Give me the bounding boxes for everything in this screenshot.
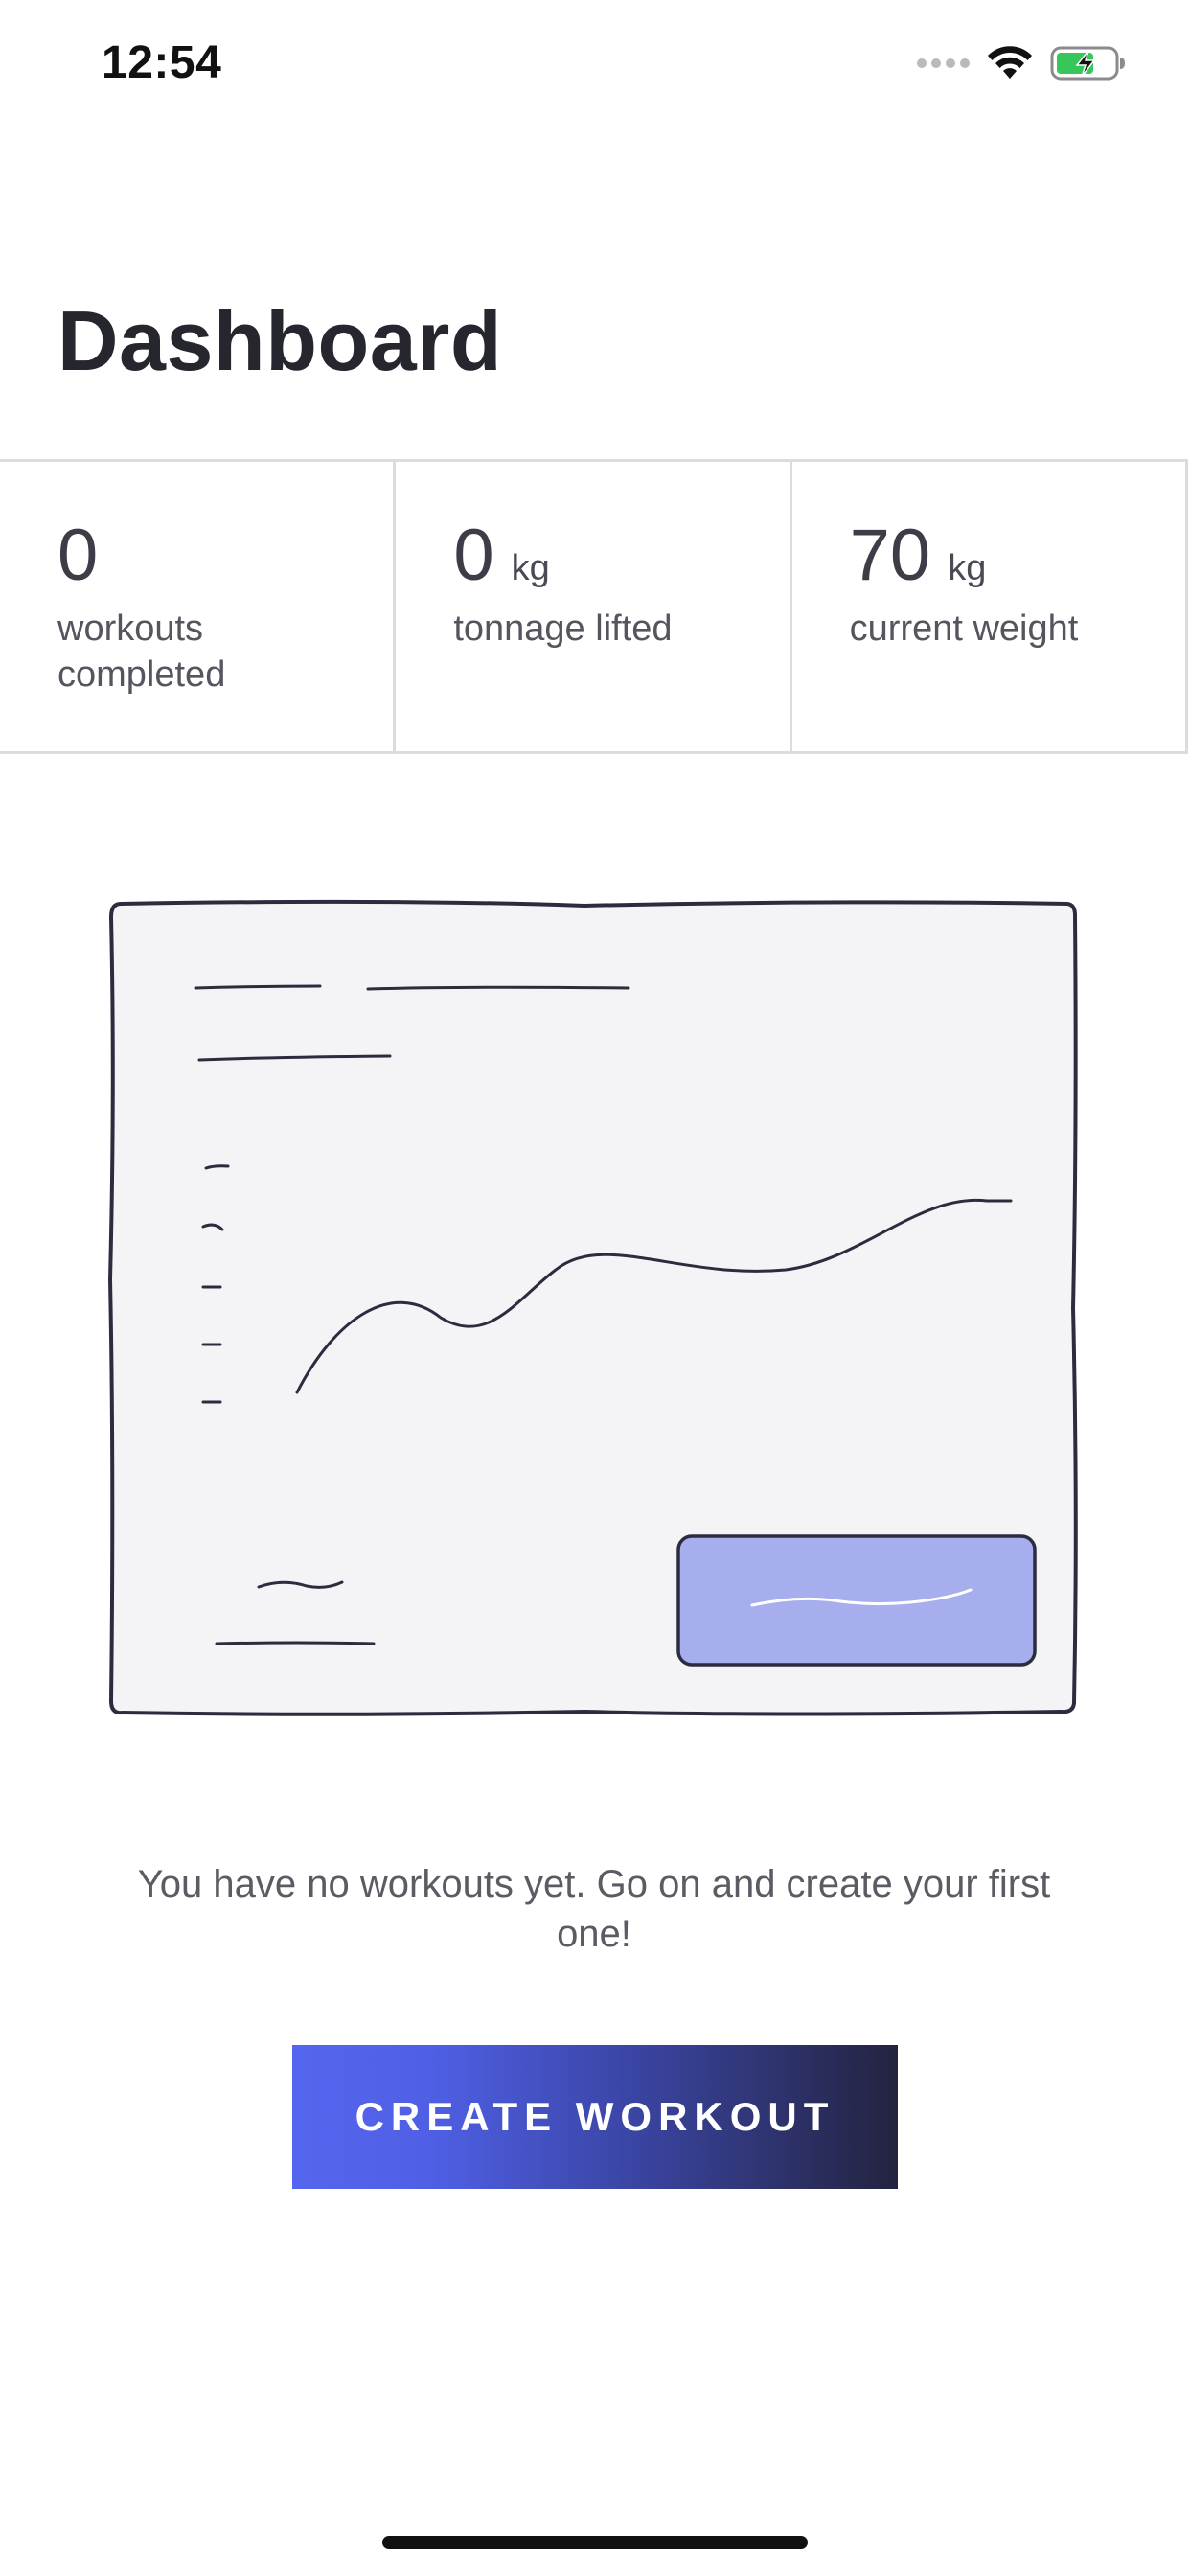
stat-unit: kg	[511, 548, 550, 588]
battery-charging-icon	[1050, 45, 1127, 81]
wifi-icon	[987, 46, 1033, 80]
page-title: Dashboard	[57, 293, 503, 388]
stat-tonnage-lifted: 0 kg tonnage lifted	[396, 462, 792, 751]
stat-current-weight: 70 kg current weight	[792, 462, 1185, 751]
home-indicator[interactable]	[382, 2536, 808, 2549]
status-icons	[917, 42, 1127, 84]
status-time: 12:54	[102, 37, 222, 88]
stat-workouts-completed: 0 workouts completed	[0, 462, 397, 751]
status-bar: 12:54	[0, 0, 1190, 126]
illustration-button	[676, 1534, 1037, 1667]
stat-value: 70	[849, 515, 931, 596]
stat-unit: kg	[948, 548, 987, 588]
stat-label: workouts completed	[57, 609, 226, 695]
stat-value: 0	[453, 515, 494, 596]
signal-icon	[917, 58, 970, 68]
empty-dashboard-illustration	[105, 896, 1083, 1720]
empty-state-message: You have no workouts yet. Go on and crea…	[137, 1863, 1051, 1955]
stat-value: 0	[57, 515, 99, 596]
stat-label: current weight	[849, 609, 1079, 649]
stats-grid: 0 workouts completed 0 kg tonnage lifted…	[0, 459, 1188, 754]
stat-label: tonnage lifted	[453, 609, 673, 649]
create-workout-button[interactable]: CREATE WORKOUT	[292, 2045, 898, 2189]
